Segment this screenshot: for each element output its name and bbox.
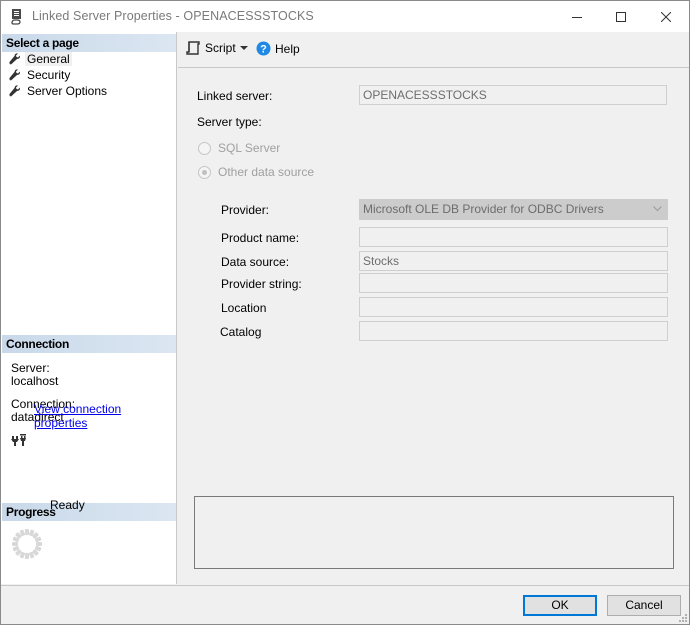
server-type-label: Server type: — [197, 115, 262, 129]
close-button[interactable] — [643, 1, 689, 32]
left-pane: Select a page General Security Server Op… — [1, 32, 177, 584]
product-name-label: Product name: — [221, 231, 300, 245]
help-label: Help — [275, 41, 300, 56]
page-item-label: Server Options — [27, 84, 108, 98]
chevron-down-icon — [653, 206, 662, 212]
connection-header: Connection — [2, 335, 176, 353]
data-source-label: Data source: — [221, 255, 290, 269]
close-icon — [661, 11, 671, 22]
page-item-security[interactable]: Security — [9, 67, 70, 83]
provider-label: Provider: — [221, 203, 270, 217]
radio-other-label: Other data source — [218, 165, 315, 179]
provider-dropdown[interactable]: Microsoft OLE DB Provider for ODBC Drive… — [359, 199, 668, 220]
linked-server-label: Linked server: — [197, 89, 273, 103]
minimize-button[interactable] — [554, 1, 600, 32]
window-title: Linked Server Properties - OPENACESSSTOC… — [32, 9, 314, 23]
select-page-header: Select a page — [2, 34, 176, 52]
product-name-field[interactable] — [359, 227, 668, 247]
title-bar: Linked Server Properties - OPENACESSSTOC… — [1, 1, 689, 32]
page-item-label: Security — [27, 68, 71, 82]
resize-grip-icon[interactable] — [679, 614, 687, 622]
general-page-content: Linked server: OPENACESSSTOCKS Server ty… — [178, 69, 689, 584]
linked-server-properties-dialog: Linked Server Properties - OPENACESSSTOC… — [0, 0, 690, 625]
progress-header: Progress — [2, 503, 176, 521]
radio-sql-server-label: SQL Server — [218, 141, 281, 155]
provider-string-field[interactable] — [359, 273, 668, 293]
connection-plug-icon — [11, 434, 26, 446]
location-field[interactable] — [359, 297, 668, 317]
script-button[interactable]: Script — [186, 41, 236, 55]
svg-text:?: ? — [260, 44, 267, 56]
provider-string-label: Provider string: — [221, 277, 302, 291]
radio-other-data-source[interactable]: Other data source — [198, 165, 314, 179]
view-connection-properties-link[interactable]: View connection properties — [34, 402, 176, 430]
script-dropdown-arrow-icon[interactable] — [240, 46, 248, 50]
server-value: localhost — [11, 374, 59, 388]
toolbar: Script ? Help — [178, 32, 689, 68]
progress-spinner-icon — [12, 529, 42, 559]
progress-status: Ready — [50, 498, 85, 512]
minimize-icon — [572, 16, 582, 18]
radio-sql-server[interactable]: SQL Server — [198, 141, 280, 155]
maximize-icon — [616, 11, 626, 22]
message-panel — [194, 496, 674, 569]
cancel-button[interactable]: Cancel — [607, 595, 681, 616]
page-item-general[interactable]: General — [9, 51, 72, 67]
wrench-icon — [9, 53, 21, 65]
wrench-icon — [9, 85, 21, 97]
page-item-server-options[interactable]: Server Options — [9, 83, 107, 99]
catalog-label: Catalog — [220, 325, 262, 339]
dialog-footer: OK Cancel — [1, 585, 689, 624]
script-icon — [186, 41, 200, 55]
wrench-icon — [9, 69, 21, 81]
help-icon: ? — [256, 41, 271, 56]
provider-value: Microsoft OLE DB Provider for ODBC Drive… — [363, 202, 604, 216]
radio-circle-checked — [198, 165, 211, 179]
catalog-field[interactable] — [359, 321, 668, 341]
ok-button[interactable]: OK — [523, 595, 597, 616]
location-label: Location — [221, 301, 267, 315]
maximize-button[interactable] — [598, 1, 644, 32]
linked-server-field[interactable]: OPENACESSSTOCKS — [359, 85, 667, 105]
data-source-field[interactable]: Stocks — [359, 251, 668, 271]
radio-circle — [198, 141, 211, 155]
script-label: Script — [205, 41, 236, 55]
help-button[interactable]: ? Help — [256, 41, 300, 56]
server-properties-icon — [11, 9, 21, 25]
page-item-label: General — [25, 52, 72, 66]
